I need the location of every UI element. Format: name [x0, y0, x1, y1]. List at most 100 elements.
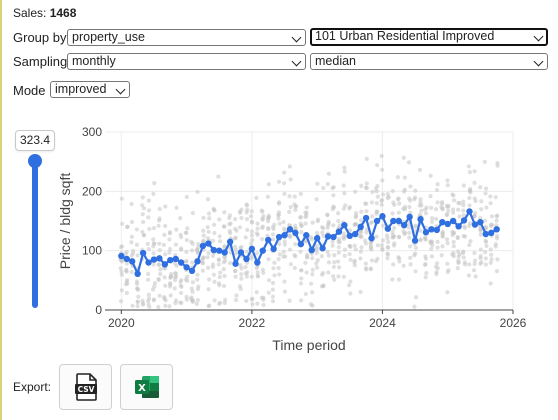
sale-point [299, 223, 304, 229]
sale-point [321, 226, 326, 231]
sale-point [402, 207, 408, 212]
sale-point [282, 239, 287, 244]
sale-point [471, 268, 477, 273]
sale-point [244, 202, 249, 207]
sale-point [234, 293, 239, 298]
sale-point [259, 236, 265, 242]
sale-point [337, 265, 342, 270]
sale-point [325, 182, 330, 187]
group-by-field-select[interactable]: property_use [67, 29, 306, 46]
median-point [275, 233, 283, 241]
sale-point [222, 210, 227, 215]
sampling-period-select[interactable]: monthly [67, 53, 306, 70]
median-point [265, 236, 272, 244]
sale-point [488, 252, 494, 257]
sale-point [428, 194, 433, 199]
sale-point [304, 270, 309, 275]
sale-point [125, 281, 130, 286]
sale-point [347, 252, 352, 257]
x-axis-label: Time period [272, 337, 345, 353]
median-point [177, 259, 185, 266]
median-point [493, 226, 500, 233]
sale-point [483, 186, 489, 191]
sale-point [493, 195, 498, 200]
median-point [210, 246, 217, 254]
sale-point [430, 239, 435, 244]
sale-point [147, 304, 152, 310]
slider-value-box[interactable]: 323.4 [15, 130, 55, 151]
sale-point [429, 205, 434, 210]
sale-point [212, 298, 217, 303]
sale-point [391, 262, 396, 267]
group-by-row: Group by [13, 28, 66, 46]
export-csv-button[interactable]: CSV [59, 364, 112, 410]
sale-point [195, 272, 200, 277]
export-excel-button[interactable]: X [120, 364, 173, 410]
sale-point [319, 284, 325, 289]
sale-point [195, 287, 201, 292]
sale-point [478, 232, 483, 237]
sale-point [239, 272, 244, 277]
sale-point [212, 222, 217, 227]
price-slider-track[interactable] [32, 160, 38, 308]
sale-point [146, 298, 151, 304]
sale-point [396, 277, 402, 282]
sale-point [254, 231, 259, 236]
sale-point [364, 156, 369, 161]
sale-point [145, 277, 151, 282]
sale-point [359, 245, 364, 250]
median-point [379, 213, 386, 220]
sale-point [249, 219, 254, 224]
sale-point [216, 257, 221, 262]
mode-select[interactable]: improved [50, 81, 130, 98]
sale-point [157, 206, 162, 212]
sales-label: Sales: [13, 6, 47, 20]
sale-point [158, 272, 163, 277]
sale-point [189, 286, 194, 291]
chevron-down-icon [291, 32, 302, 43]
sale-point [482, 159, 487, 164]
price-slider-handle[interactable] [28, 154, 42, 168]
sale-point [206, 251, 211, 256]
sale-point [359, 183, 364, 188]
sale-point [435, 182, 440, 187]
sale-point [173, 274, 179, 279]
sale-point [255, 273, 260, 278]
sale-point [461, 183, 466, 188]
sale-point [184, 259, 189, 264]
sale-point [282, 170, 287, 175]
sale-point [428, 173, 433, 178]
group-by-label: Group by [13, 29, 67, 45]
sale-point [370, 214, 375, 219]
sale-point [423, 207, 428, 212]
sale-point [119, 269, 124, 274]
sale-point [412, 304, 417, 309]
sale-point [326, 270, 331, 275]
median-point [129, 258, 136, 265]
sale-point [207, 216, 212, 221]
sampling-row: Sampling [13, 52, 67, 70]
sale-point [217, 217, 222, 222]
sale-point [304, 210, 309, 215]
sale-point [384, 233, 390, 238]
sale-point [146, 271, 151, 277]
sale-point [244, 216, 249, 222]
sale-point [265, 194, 271, 199]
sale-point [205, 197, 211, 202]
median-point [292, 229, 299, 237]
y-tick-label: 300 [82, 125, 102, 139]
sale-point [379, 202, 384, 207]
csv-file-icon: CSV [74, 373, 97, 401]
sale-point [287, 247, 293, 252]
sale-point [218, 270, 223, 275]
sale-point [227, 260, 233, 266]
sale-point [221, 260, 226, 265]
sampling-statistic-select[interactable]: median [310, 53, 548, 70]
sale-point [423, 261, 428, 267]
group-by-value-select[interactable]: 101 Urban Residential Improved [310, 28, 548, 46]
sale-point [418, 200, 423, 205]
sale-point [200, 268, 205, 273]
sale-point [190, 260, 195, 265]
sale-point [346, 283, 352, 288]
sale-point [473, 210, 478, 216]
